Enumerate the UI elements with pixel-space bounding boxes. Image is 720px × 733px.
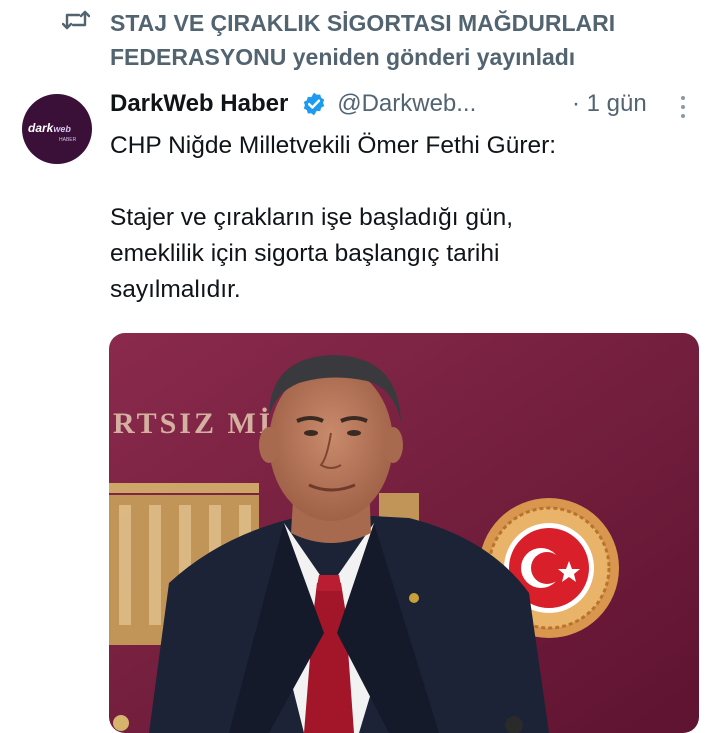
tweet-time[interactable]: · 1 gün (572, 90, 647, 118)
avatar[interactable]: darkweb HABER (22, 94, 92, 164)
repost-icon (62, 10, 90, 30)
repost-label[interactable]: STAJ VE ÇIRAKLIK SİGORTASI MAĞDURLARI FE… (110, 6, 710, 74)
photo-wall-text: RTSIZ Mİ (113, 407, 273, 440)
photo-illustration: RTSIZ Mİ (109, 333, 699, 733)
tweet-photo[interactable]: RTSIZ Mİ (109, 333, 699, 733)
author-handle[interactable]: @Darkweb... (337, 90, 476, 117)
tweet-text: CHP Niğde Milletvekili Ömer Fethi Gürer:… (110, 132, 557, 303)
avatar-logo: darkweb (28, 121, 71, 135)
more-icon[interactable] (678, 96, 688, 120)
author-name[interactable]: DarkWeb Haber (110, 90, 288, 117)
avatar-logo-sub: HABER (59, 137, 77, 143)
verified-badge-icon (303, 92, 324, 116)
